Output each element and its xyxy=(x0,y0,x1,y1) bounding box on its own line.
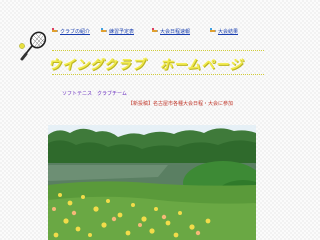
pencil-icon xyxy=(152,28,158,32)
nav-link-club-intro[interactable]: クラブの紹介 xyxy=(52,27,90,35)
pencil-icon xyxy=(210,28,216,32)
pencil-icon xyxy=(52,28,58,32)
pencil-icon xyxy=(101,28,107,32)
nav-link-practice-schedule[interactable]: 練習予定表 xyxy=(101,27,134,35)
club-subtitle: ソフトテニス クラブチーム xyxy=(62,91,127,97)
nav-link-label[interactable]: 練習予定表 xyxy=(109,28,134,35)
nav-link-tournament-results[interactable]: 大会結果 xyxy=(210,27,238,35)
tennis-racket-icon xyxy=(19,31,47,61)
nav-link-label[interactable]: クラブの紹介 xyxy=(60,28,90,35)
news-notice: 【新投稿】名古屋市各種大会日程・大会に参加 xyxy=(128,101,234,107)
nav-link-tournament-schedule[interactable]: 大会日程速報 xyxy=(152,27,190,35)
garden-photo xyxy=(48,125,256,240)
nav-link-label[interactable]: 大会日程速報 xyxy=(160,28,190,35)
title-divider-top xyxy=(52,50,264,51)
nav-link-label[interactable]: 大会結果 xyxy=(218,28,238,35)
title-divider-bottom xyxy=(52,74,264,75)
page-title: ウイングクラブ ホームページ xyxy=(48,58,244,73)
